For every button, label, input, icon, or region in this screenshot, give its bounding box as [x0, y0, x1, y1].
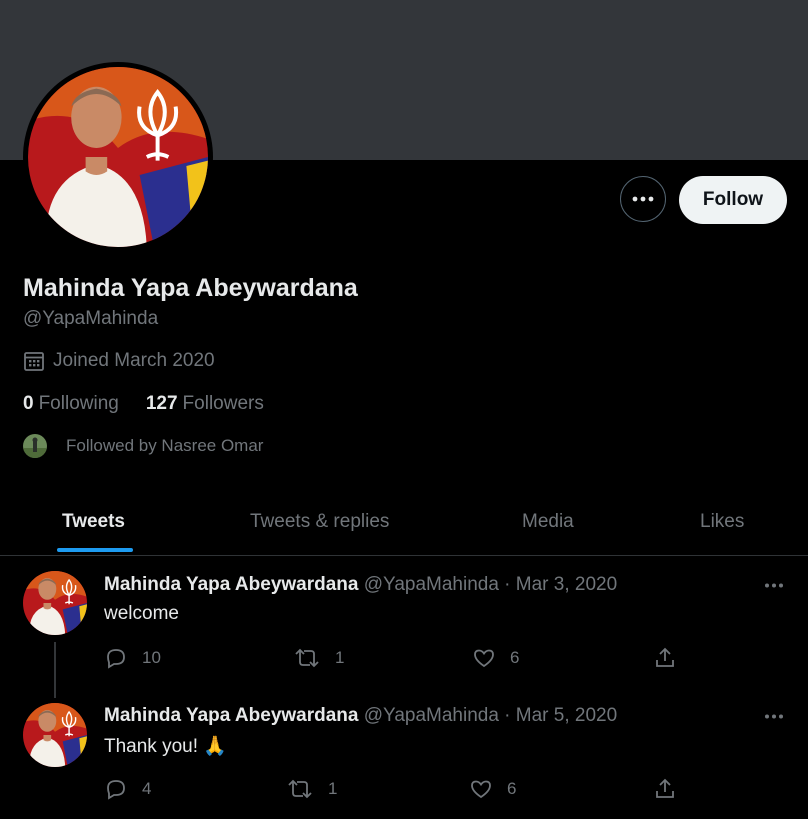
follow-stats: 0 Following 127 Followers [23, 393, 264, 415]
share-icon [656, 647, 674, 667]
tweet-header: Mahinda Yapa Abeywardana @YapaMahinda · … [104, 574, 617, 596]
calendar-icon [24, 352, 44, 371]
tweet-meta[interactable]: @YapaMahinda · Mar 3, 2020 [364, 574, 617, 595]
retweet-icon [288, 779, 312, 799]
more-icon [765, 583, 783, 587]
retweet-button[interactable]: 1 [293, 646, 344, 670]
tab-likes[interactable]: Likes [700, 488, 744, 555]
tab-tweets[interactable]: Tweets [62, 488, 125, 555]
like-icon [471, 780, 491, 799]
reply-icon [107, 649, 125, 669]
follower-avatar [23, 434, 47, 458]
reply-icon [107, 780, 125, 800]
reply-button[interactable]: 4 [104, 777, 151, 801]
thread-line [54, 642, 56, 698]
followed-by-text: Followed by Nasree Omar [66, 436, 264, 455]
follow-button[interactable]: Follow [679, 176, 787, 224]
retweet-button[interactable]: 1 [286, 777, 337, 801]
tweet-text: welcome [104, 603, 179, 624]
tweet-author[interactable]: Mahinda Yapa Abeywardana [104, 705, 358, 726]
followed-by[interactable]: Followed by Nasree Omar [23, 434, 263, 458]
active-tab-indicator [57, 548, 133, 552]
profile-name: Mahinda Yapa Abeywardana [23, 274, 358, 302]
profile-tabs: Tweets Tweets & replies Media Likes [0, 488, 808, 556]
tab-tweets-replies[interactable]: Tweets & replies [250, 488, 389, 555]
more-icon [765, 714, 783, 718]
profile-handle: @YapaMahinda [23, 308, 159, 329]
following-link[interactable]: 0 Following [23, 393, 119, 415]
like-button[interactable]: 6 [472, 646, 519, 670]
tweet-header: Mahinda Yapa Abeywardana @YapaMahinda · … [104, 705, 617, 727]
tweet-meta[interactable]: @YapaMahinda · Mar 5, 2020 [364, 705, 617, 726]
share-icon [656, 778, 674, 798]
tweet-text: Thank you! 🙏 [104, 736, 227, 757]
followers-link[interactable]: 127 Followers [146, 393, 264, 415]
profile-avatar[interactable] [23, 62, 213, 252]
like-button[interactable]: 6 [469, 777, 516, 801]
tweet-more-button[interactable] [763, 708, 785, 724]
more-icon [632, 196, 654, 202]
reply-button[interactable]: 10 [104, 646, 161, 670]
tweet-more-button[interactable] [763, 577, 785, 593]
tab-media[interactable]: Media [522, 488, 574, 555]
tweet-avatar[interactable] [23, 571, 87, 635]
joined-date: Joined March 2020 [23, 350, 215, 372]
joined-text: Joined March 2020 [53, 350, 215, 371]
retweet-icon [295, 648, 319, 668]
like-icon [474, 649, 494, 668]
tweet-author[interactable]: Mahinda Yapa Abeywardana [104, 574, 358, 595]
more-options-button[interactable] [620, 176, 666, 222]
share-button[interactable] [653, 777, 677, 801]
tweet-avatar[interactable] [23, 703, 87, 767]
share-button[interactable] [653, 646, 677, 670]
